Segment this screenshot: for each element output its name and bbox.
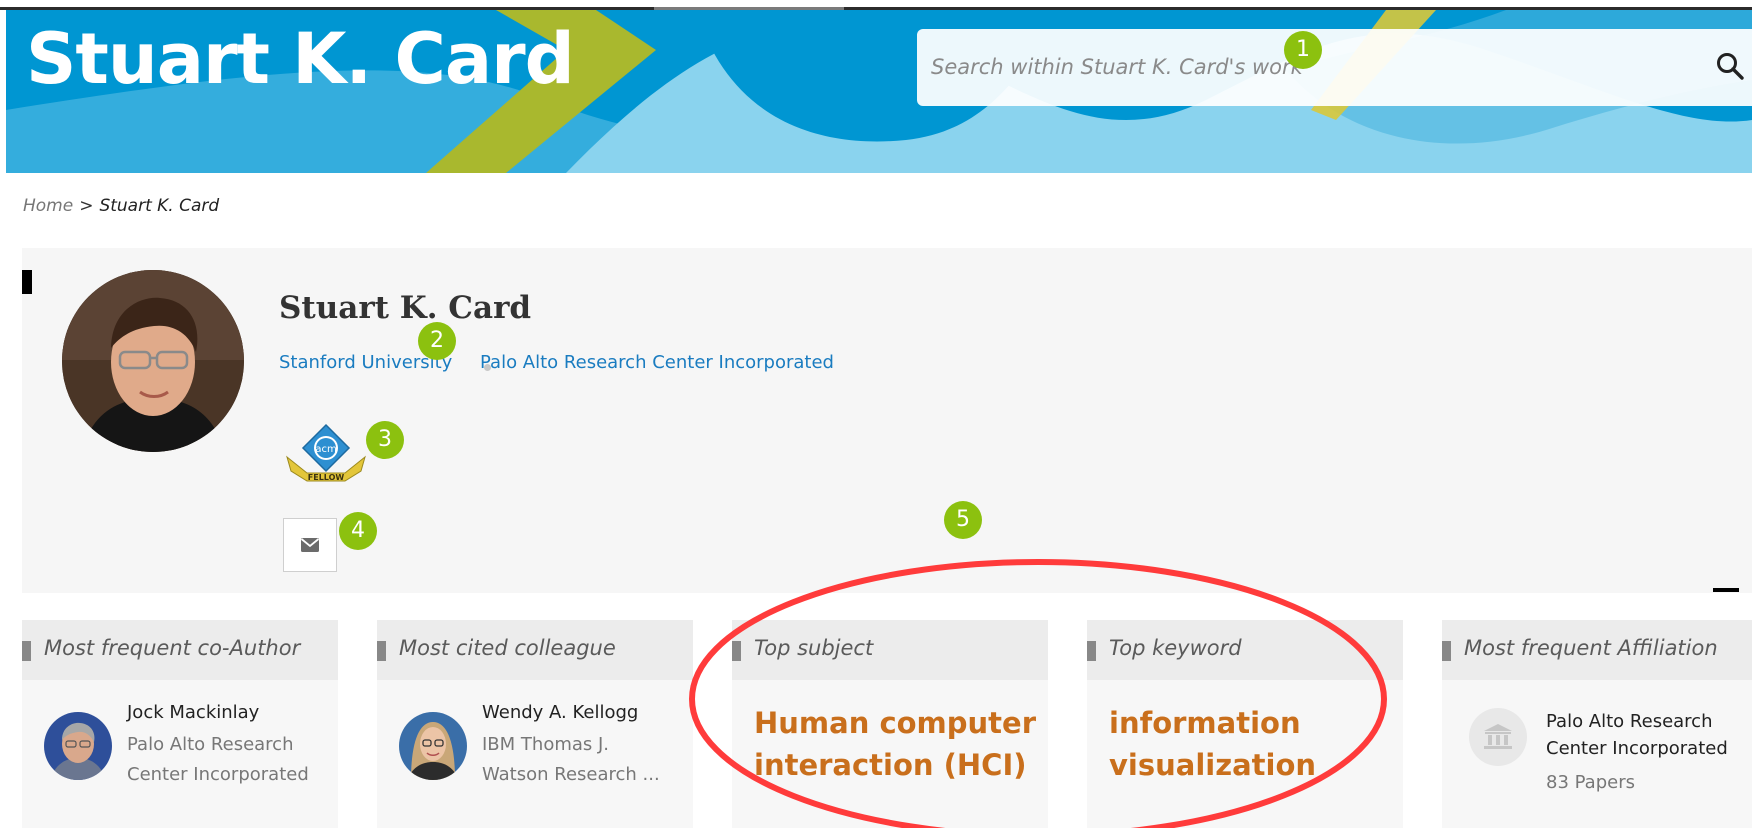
banner-title: Stuart K. Card xyxy=(26,18,575,100)
top-subject-line2: interaction (HCI) xyxy=(754,748,1027,782)
profile-photo xyxy=(62,270,244,452)
breadcrumb-current: Stuart K. Card xyxy=(99,196,220,216)
card-header-accent xyxy=(377,641,386,661)
affiliation-paper-count: 83 Papers xyxy=(1546,772,1635,793)
card-label: Top keyword xyxy=(1109,636,1242,660)
coauthor-photo xyxy=(44,712,112,780)
marker-2: 2 xyxy=(418,322,456,360)
building-icon xyxy=(1484,724,1512,749)
card-most-cited-colleague: Most cited colleague Wendy A. Kellogg IB… xyxy=(377,620,693,828)
top-border xyxy=(0,0,1752,11)
affiliation-name-line2: Center Incorporated xyxy=(1546,738,1728,759)
acm-fellow-badge[interactable]: acm FELLOW xyxy=(283,423,369,485)
card-header: Top subject xyxy=(732,620,1048,680)
affiliation-name-link[interactable]: Palo Alto Research Center Incorporated xyxy=(1546,708,1746,762)
affiliation-name-line1: Palo Alto Research xyxy=(1546,711,1713,732)
search-button[interactable] xyxy=(1710,46,1750,86)
collapse-dash[interactable] xyxy=(1713,588,1739,592)
card-label: Most cited colleague xyxy=(399,636,616,660)
card-label: Top subject xyxy=(754,636,874,660)
card-header-accent xyxy=(732,641,741,661)
colleague-name[interactable]: Wendy A. Kellogg xyxy=(482,702,638,723)
top-keyword-line1: information xyxy=(1109,706,1301,740)
card-header: Most frequent co-Author xyxy=(22,620,338,680)
coauthor-affiliation-line1: Palo Alto Research xyxy=(127,734,294,755)
acm-badge-ribbon: FELLOW xyxy=(308,473,345,482)
search-box xyxy=(917,29,1752,106)
profile-avatar xyxy=(62,270,244,452)
colleague-affiliation-line2: Watson Research ... xyxy=(482,764,660,785)
top-keyword-link[interactable]: information visualization xyxy=(1109,702,1399,786)
colleague-affiliation: IBM Thomas J. Watson Research ... xyxy=(482,730,687,790)
banner: Stuart K. Card xyxy=(6,10,1752,173)
coauthor-avatar[interactable] xyxy=(44,712,112,780)
top-subject-link[interactable]: Human computer interaction (HCI) xyxy=(754,702,1044,786)
card-frequent-coauthor: Most frequent co-Author Jock Mackinlay P… xyxy=(22,620,338,828)
colleague-photo xyxy=(399,712,467,780)
coauthor-affiliation-line2: Center Incorporated xyxy=(127,764,309,785)
search-icon xyxy=(1717,53,1744,80)
card-top-subject: Top subject Human computer interaction (… xyxy=(732,620,1048,828)
colleague-avatar[interactable] xyxy=(399,712,467,780)
coauthor-affiliation: Palo Alto Research Center Incorporated xyxy=(127,730,332,790)
panel-left-marker xyxy=(22,270,32,294)
marker-1: 1 xyxy=(1284,31,1322,69)
breadcrumb-separator: > xyxy=(79,196,94,216)
top-subject-line1: Human computer xyxy=(754,706,1037,740)
breadcrumb: Home > Stuart K. Card xyxy=(23,196,219,216)
card-label: Most frequent co-Author xyxy=(44,636,301,660)
coauthor-name[interactable]: Jock Mackinlay xyxy=(127,702,259,723)
card-header: Top keyword xyxy=(1087,620,1403,680)
acm-fellow-icon: acm FELLOW xyxy=(286,423,366,482)
affiliation-link-parc[interactable]: Palo Alto Research Center Incorporated xyxy=(480,352,834,373)
card-frequent-affiliation: Most frequent Affiliation Palo Alto Rese… xyxy=(1442,620,1752,828)
card-header-accent xyxy=(1442,641,1451,661)
top-keyword-line2: visualization xyxy=(1109,748,1317,782)
card-header-accent xyxy=(22,641,31,661)
card-label: Most frequent Affiliation xyxy=(1464,636,1718,660)
card-header: Most cited colleague xyxy=(377,620,693,680)
profile-name: Stuart K. Card xyxy=(279,290,532,326)
colleague-affiliation-line1: IBM Thomas J. xyxy=(482,734,610,755)
card-top-keyword: Top keyword information visualization xyxy=(1087,620,1403,828)
card-header: Most frequent Affiliation xyxy=(1442,620,1752,680)
marker-5: 5 xyxy=(944,501,982,539)
envelope-icon xyxy=(300,538,320,552)
acm-badge-text: acm xyxy=(315,444,336,455)
institution-icon xyxy=(1469,708,1527,766)
email-button[interactable] xyxy=(283,518,337,572)
marker-4: 4 xyxy=(339,512,377,550)
profile-panel: Stuart K. Card Stanford University Palo … xyxy=(22,248,1752,593)
breadcrumb-home-link[interactable]: Home xyxy=(23,196,73,216)
card-header-accent xyxy=(1087,641,1096,661)
marker-3: 3 xyxy=(366,421,404,459)
